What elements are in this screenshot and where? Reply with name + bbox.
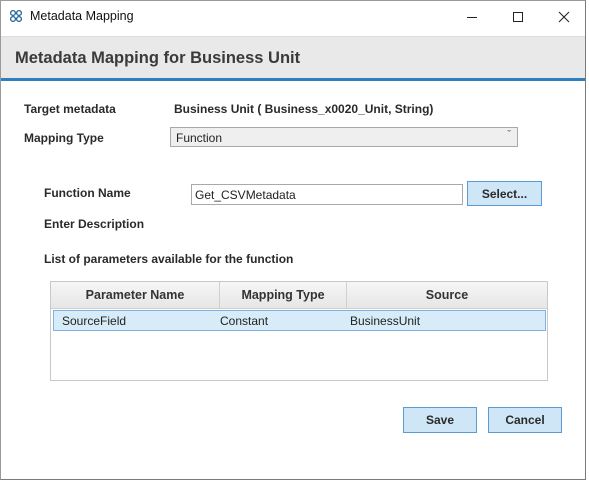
page-title: Metadata Mapping for Business Unit xyxy=(15,49,301,67)
close-button[interactable] xyxy=(541,1,587,32)
column-header-parameter-name[interactable]: Parameter Name xyxy=(51,282,220,308)
function-name-value: Get_CSVMetadata xyxy=(195,188,296,202)
chevron-down-icon: ˇ xyxy=(507,129,511,141)
select-function-button[interactable]: Select... xyxy=(467,181,542,206)
grid-header: Parameter Name Mapping Type Source xyxy=(51,282,547,309)
target-metadata-label: Target metadata xyxy=(24,102,116,116)
header-accent-line xyxy=(1,78,585,81)
function-name-label: Function Name xyxy=(44,186,131,200)
save-button[interactable]: Save xyxy=(403,407,477,433)
link-grid-icon xyxy=(9,9,23,23)
description-label[interactable]: Enter Description xyxy=(44,217,144,231)
dialog-window: Metadata Mapping Metadata Mapping for Bu… xyxy=(0,0,586,480)
table-row[interactable]: SourceField Constant BusinessUnit xyxy=(53,310,546,331)
mapping-type-label: Mapping Type xyxy=(24,131,104,145)
params-list-label: List of parameters available for the fun… xyxy=(44,252,294,266)
cell-parameter-name[interactable]: SourceField xyxy=(62,314,126,328)
target-metadata-value: Business Unit ( Business_x0020_Unit, Str… xyxy=(174,102,434,116)
maximize-icon xyxy=(513,11,523,22)
column-header-mapping-type[interactable]: Mapping Type xyxy=(220,282,347,308)
header-band: Metadata Mapping for Business Unit xyxy=(1,36,585,79)
title-bar[interactable]: Metadata Mapping xyxy=(1,1,585,32)
column-header-source[interactable]: Source xyxy=(347,282,547,308)
minimize-button[interactable] xyxy=(449,1,495,32)
cell-mapping-type[interactable]: Constant xyxy=(220,314,268,328)
mapping-type-value: Function xyxy=(176,131,223,145)
minimize-icon xyxy=(467,16,477,18)
function-name-input[interactable]: Get_CSVMetadata xyxy=(191,184,463,205)
cancel-button[interactable]: Cancel xyxy=(488,407,562,433)
cell-source[interactable]: BusinessUnit xyxy=(350,314,420,328)
close-icon xyxy=(558,11,570,22)
window-title: Metadata Mapping xyxy=(30,9,134,23)
maximize-button[interactable] xyxy=(495,1,541,32)
parameters-grid: Parameter Name Mapping Type Source Sourc… xyxy=(50,281,548,381)
mapping-type-select[interactable]: Function ˇ xyxy=(170,127,518,147)
